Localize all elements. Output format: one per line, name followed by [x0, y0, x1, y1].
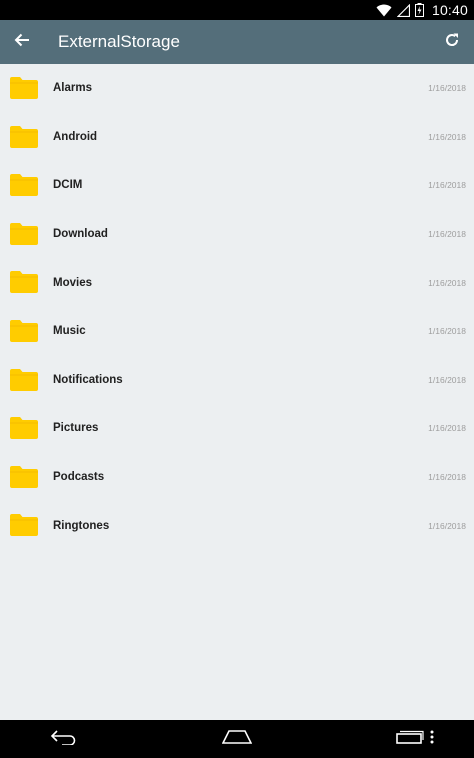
file-row-alarms[interactable]: Alarms 1/16/2018 [0, 64, 474, 113]
nav-home-button[interactable] [213, 720, 261, 758]
nav-back-button[interactable] [40, 720, 88, 758]
folder-icon [10, 319, 38, 342]
file-row-ringtones[interactable]: Ringtones 1/16/2018 [0, 501, 474, 550]
nav-recents-icon [396, 730, 424, 749]
file-name: Download [53, 228, 108, 241]
file-name: Pictures [53, 422, 99, 435]
file-date: 1/16/2018 [428, 520, 466, 531]
file-name: Music [53, 325, 86, 338]
folder-icon [10, 125, 38, 148]
file-date: 1/16/2018 [428, 180, 466, 191]
screen: 10:40 ExternalStorage Alarms 1/16/2018 A… [0, 0, 474, 758]
file-date: 1/16/2018 [428, 374, 466, 385]
overflow-menu-button[interactable] [422, 720, 442, 758]
file-row-download[interactable]: Download 1/16/2018 [0, 210, 474, 259]
file-date: 1/16/2018 [428, 423, 466, 434]
file-list: Alarms 1/16/2018 Android 1/16/2018 DCIM … [0, 64, 474, 550]
file-name: DCIM [53, 179, 83, 192]
file-row-pictures[interactable]: Pictures 1/16/2018 [0, 404, 474, 453]
file-row-android[interactable]: Android 1/16/2018 [0, 113, 474, 162]
folder-icon [10, 465, 38, 488]
folder-icon [10, 417, 38, 440]
overflow-menu-icon [430, 730, 434, 749]
file-date: 1/16/2018 [428, 472, 466, 483]
battery-charging-icon [414, 3, 424, 17]
refresh-button[interactable] [430, 20, 474, 64]
refresh-icon [444, 32, 460, 53]
file-name: Notifications [53, 373, 123, 386]
wifi-icon [376, 4, 392, 17]
file-row-movies[interactable]: Movies 1/16/2018 [0, 258, 474, 307]
nav-home-icon [221, 729, 253, 749]
file-name: Alarms [53, 82, 92, 95]
file-date: 1/16/2018 [428, 131, 466, 142]
status-bar: 10:40 [0, 0, 474, 20]
nav-back-icon [50, 729, 78, 750]
file-row-dcim[interactable]: DCIM 1/16/2018 [0, 161, 474, 210]
folder-icon [10, 174, 38, 197]
file-date: 1/16/2018 [428, 277, 466, 288]
folder-icon [10, 222, 38, 245]
file-row-notifications[interactable]: Notifications 1/16/2018 [0, 356, 474, 405]
arrow-left-icon [14, 33, 30, 52]
file-date: 1/16/2018 [428, 326, 466, 337]
app-bar: ExternalStorage [0, 20, 474, 64]
status-time: 10:40 [431, 2, 468, 18]
file-row-music[interactable]: Music 1/16/2018 [0, 307, 474, 356]
folder-icon [10, 271, 38, 294]
file-name: Podcasts [53, 471, 105, 484]
folder-icon [10, 514, 38, 537]
file-row-podcasts[interactable]: Podcasts 1/16/2018 [0, 453, 474, 502]
file-name: Ringtones [53, 519, 110, 532]
file-date: 1/16/2018 [428, 83, 466, 94]
folder-icon [10, 77, 38, 99]
file-date: 1/16/2018 [428, 229, 466, 240]
app-title: ExternalStorage [58, 32, 180, 51]
navigation-bar [0, 720, 474, 758]
file-name: Android [53, 130, 98, 143]
back-button[interactable] [0, 20, 44, 64]
cell-signal-icon [396, 3, 410, 17]
file-name: Movies [53, 276, 92, 289]
folder-icon [10, 368, 38, 391]
